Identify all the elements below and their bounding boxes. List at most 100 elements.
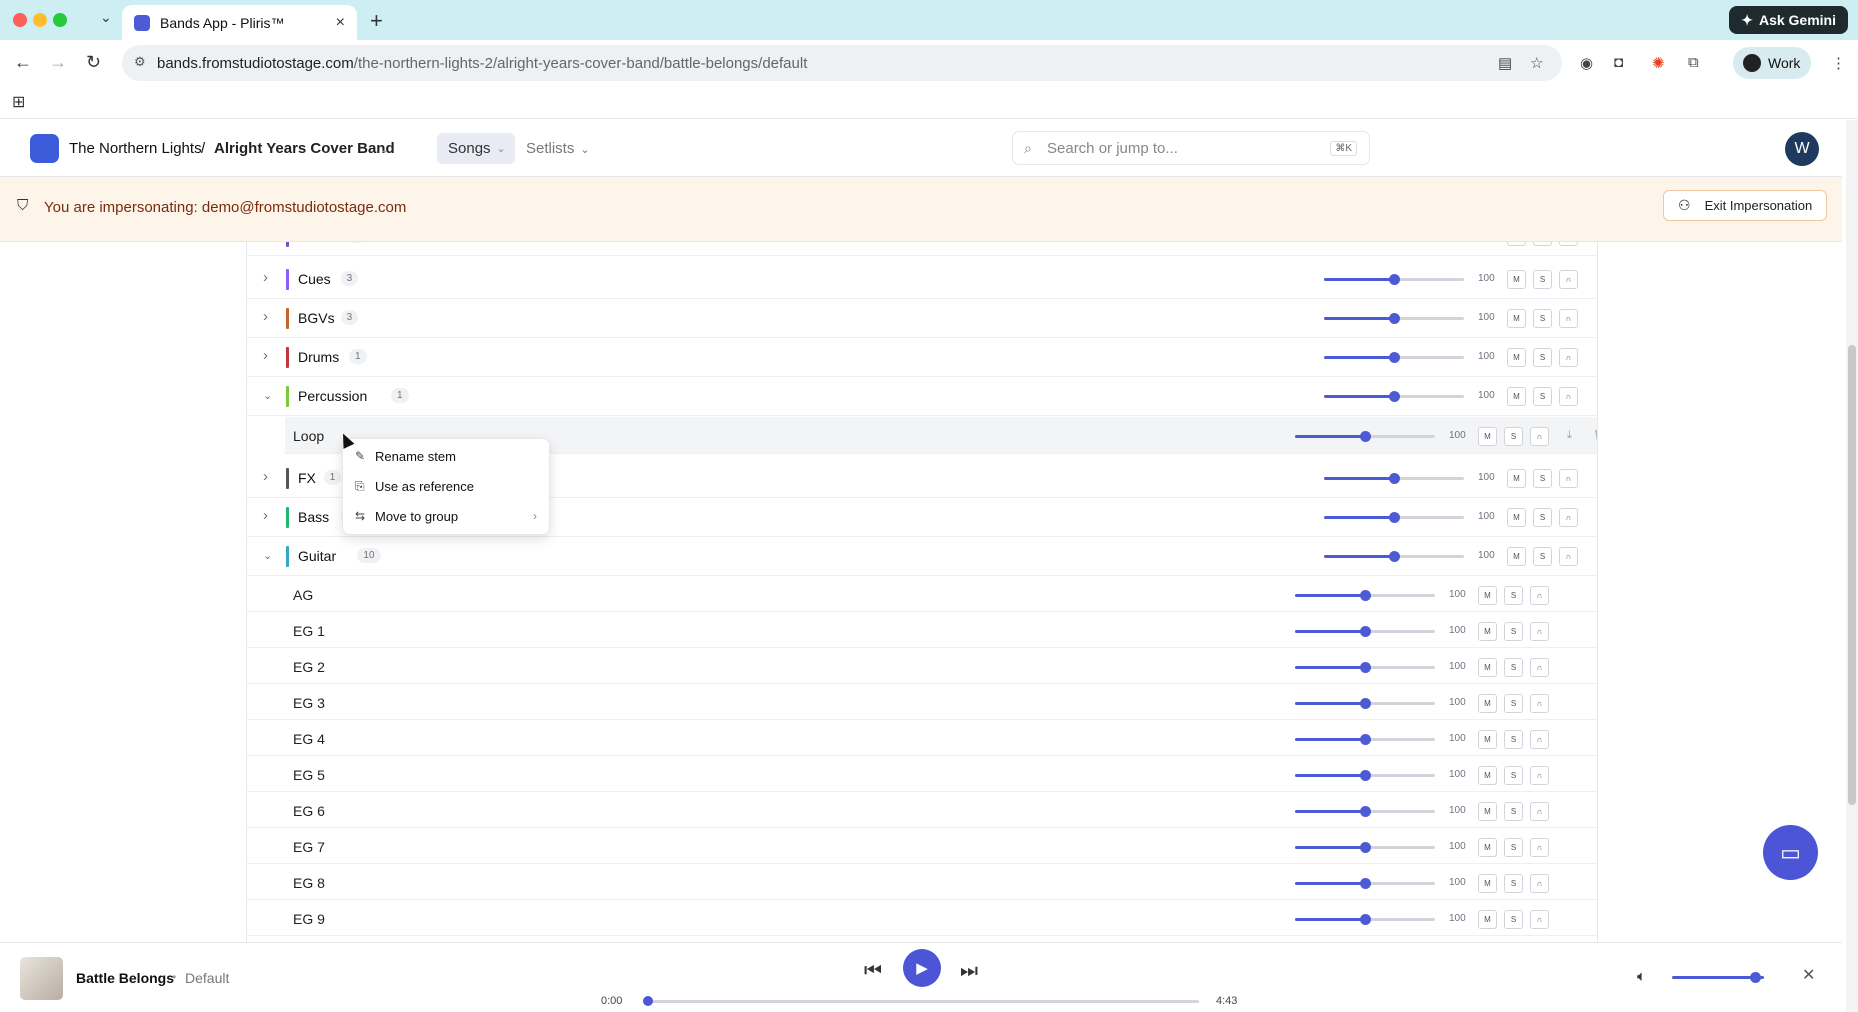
extensions-puzzle-icon[interactable]: ⧉ (1688, 54, 1699, 71)
volume-slider[interactable] (1295, 590, 1435, 601)
exit-impersonation-button[interactable]: ⚇ Exit Impersonation (1663, 190, 1827, 221)
volume-knob[interactable] (1749, 972, 1761, 983)
page-scrollbar[interactable] (1846, 120, 1858, 1012)
chevron-down-icon[interactable]: ⌄ (263, 549, 272, 562)
solo-button[interactable]: S (1504, 586, 1523, 605)
headphones-icon[interactable]: ∩ (1530, 427, 1549, 446)
extension-icon[interactable]: ◉ (1580, 54, 1593, 72)
nav-songs[interactable]: Songs ⌄ (437, 133, 515, 164)
download-icon[interactable]: ⤓ (1567, 429, 1572, 442)
headphones-icon[interactable]: ∩ (1559, 469, 1578, 488)
volume-slider[interactable] (1324, 551, 1464, 562)
volume-slider[interactable] (1324, 473, 1464, 484)
volume-slider[interactable] (1324, 313, 1464, 324)
extension-burst-icon[interactable]: ✺ (1652, 54, 1665, 72)
project-chevron-down-icon[interactable]: ⌄ (380, 143, 389, 156)
solo-button[interactable]: S (1504, 802, 1523, 821)
mute-button[interactable]: M (1507, 309, 1526, 328)
back-arrow-icon[interactable]: ← (14, 52, 32, 73)
volume-knob[interactable] (1389, 473, 1400, 484)
menu-kebab-icon[interactable]: ⋮ (1831, 54, 1846, 72)
headphones-icon[interactable]: ∩ (1530, 838, 1549, 857)
mute-button[interactable]: M (1478, 694, 1497, 713)
forward-arrow-icon[interactable]: → (49, 52, 67, 73)
nav-setlists[interactable]: Setlists ⌄ (526, 140, 590, 157)
headphones-icon[interactable]: ∩ (1530, 802, 1549, 821)
close-tab-icon[interactable]: × (336, 14, 345, 32)
volume-slider[interactable] (1295, 734, 1435, 745)
solo-button[interactable]: S (1504, 427, 1523, 446)
headphones-icon[interactable]: ∩ (1530, 874, 1549, 893)
mute-button[interactable]: M (1478, 730, 1497, 749)
volume-knob[interactable] (1360, 806, 1371, 817)
volume-slider[interactable] (1295, 806, 1435, 817)
mute-button[interactable]: M (1478, 910, 1497, 929)
volume-slider[interactable] (1672, 972, 1764, 983)
volume-slider[interactable] (1295, 770, 1435, 781)
stem-row[interactable]: EG 1 100 M S ∩ (247, 612, 1597, 648)
reload-icon[interactable]: ↻ (86, 52, 101, 73)
headphones-icon[interactable]: ∩ (1559, 387, 1578, 406)
volume-knob[interactable] (1360, 842, 1371, 853)
volume-slider[interactable] (1324, 274, 1464, 285)
scrollbar-thumb[interactable] (1848, 345, 1856, 805)
headphones-icon[interactable]: ∩ (1559, 309, 1578, 328)
headphones-icon[interactable]: ∩ (1530, 658, 1549, 677)
mute-button[interactable]: M (1478, 766, 1497, 785)
solo-button[interactable]: S (1504, 622, 1523, 641)
solo-button[interactable]: S (1504, 730, 1523, 749)
chevron-down-icon[interactable]: ⌄ (263, 389, 272, 402)
close-window-button[interactable] (13, 13, 27, 27)
mute-button[interactable]: M (1507, 547, 1526, 566)
mute-button[interactable]: M (1507, 270, 1526, 289)
solo-button[interactable]: S (1533, 547, 1552, 566)
mute-button[interactable]: M (1507, 242, 1526, 246)
stem-row[interactable]: AG 100 M S ∩ (247, 576, 1597, 612)
volume-knob[interactable] (1389, 512, 1400, 523)
volume-knob[interactable] (1360, 770, 1371, 781)
bookmark-star-icon[interactable]: ☆ (1530, 54, 1543, 72)
stem-group-row[interactable]: ›Click2100MS∩ (247, 242, 1597, 256)
solo-button[interactable]: S (1533, 309, 1552, 328)
volume-knob[interactable] (1360, 734, 1371, 745)
solo-button[interactable]: S (1504, 694, 1523, 713)
maximize-window-button[interactable] (53, 13, 67, 27)
chevron-right-icon[interactable]: › (263, 308, 268, 325)
chevron-right-icon[interactable]: › (263, 347, 268, 364)
volume-knob[interactable] (1360, 431, 1371, 442)
solo-button[interactable]: S (1533, 469, 1552, 488)
new-tab-icon[interactable]: + (370, 8, 383, 34)
mute-button[interactable]: M (1478, 586, 1497, 605)
skip-previous-icon[interactable]: ⏮ (864, 960, 882, 983)
breadcrumb-project[interactable]: Alright Years Cover Band (214, 140, 395, 157)
chevron-right-icon[interactable]: › (263, 269, 268, 286)
play-button[interactable]: ▶ (903, 949, 941, 987)
user-avatar[interactable]: W (1785, 132, 1819, 166)
camera-icon[interactable]: ◘ (1614, 54, 1623, 71)
mute-button[interactable]: M (1507, 348, 1526, 367)
address-bar[interactable]: ⚙ bands.fromstudiotostage.com/the-northe… (122, 45, 1562, 81)
mute-button[interactable]: M (1478, 658, 1497, 677)
volume-knob[interactable] (1389, 551, 1400, 562)
stem-group-row[interactable]: › Cues 3 100 M S ∩ (247, 260, 1597, 299)
volume-knob[interactable] (1360, 590, 1371, 601)
volume-knob[interactable] (1360, 662, 1371, 673)
volume-knob[interactable] (1389, 274, 1400, 285)
trash-icon[interactable]: 🗑︎ (1593, 429, 1597, 442)
chat-support-button[interactable]: ▭ (1763, 825, 1818, 880)
headphones-icon[interactable]: ∩ (1530, 730, 1549, 749)
mute-button[interactable]: M (1478, 427, 1497, 446)
volume-knob[interactable] (1389, 313, 1400, 324)
volume-slider[interactable] (1324, 352, 1464, 363)
reader-mode-icon[interactable]: ▤ (1498, 54, 1512, 72)
headphones-icon[interactable]: ∩ (1559, 508, 1578, 527)
volume-slider[interactable] (1295, 914, 1435, 925)
stem-row[interactable]: EG 2 100 M S ∩ (247, 648, 1597, 684)
volume-knob[interactable] (1360, 626, 1371, 637)
volume-knob[interactable] (1389, 352, 1400, 363)
stem-group-row[interactable]: ⌄ Guitar 10 100 M S ∩ (247, 537, 1597, 576)
stem-row[interactable]: EG 8 100 M S ∩ (247, 864, 1597, 900)
headphones-icon[interactable]: ∩ (1559, 270, 1578, 289)
headphones-icon[interactable]: ∩ (1530, 586, 1549, 605)
solo-button[interactable]: S (1533, 348, 1552, 367)
